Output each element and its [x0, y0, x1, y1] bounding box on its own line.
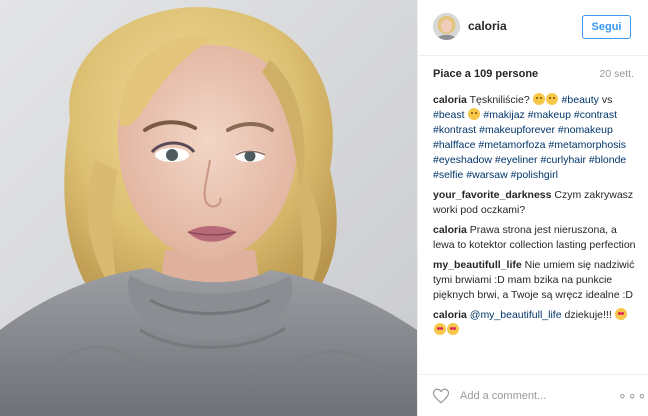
hashtag-link[interactable]: #metamorphosis	[548, 139, 626, 151]
instagram-post: caloria Segui Piace a 109 persone 20 set…	[0, 0, 648, 416]
hashtag-link[interactable]: #nomakeup	[558, 124, 613, 136]
comment-body: Tęskniliście? #beauty vs #beast #makijaz…	[433, 93, 626, 181]
hashtag-link[interactable]: #eyeliner	[495, 154, 538, 166]
hashtag-link[interactable]: #curlyhair	[540, 154, 586, 166]
comment-item: caloria @my_beautifull_life dziekuje!!!	[433, 308, 638, 338]
likes-count[interactable]: Piace a 109 persone	[433, 68, 538, 80]
comment-text: vs	[598, 94, 613, 106]
hashtag-link[interactable]: #makeup	[528, 109, 571, 121]
hashtag-link[interactable]: #polishgirl	[511, 169, 558, 181]
hashtag-link[interactable]: #beauty	[562, 94, 599, 106]
post-photo[interactable]	[0, 0, 417, 416]
mention-link[interactable]: @my_beautifull_life	[470, 309, 562, 321]
heart-eyes-face-icon	[446, 323, 459, 335]
hashtag-link[interactable]: #eyeshadow	[433, 154, 492, 166]
hashtag-link[interactable]: #selfie	[433, 169, 463, 181]
selfie-illustration	[0, 0, 417, 416]
add-comment-input[interactable]	[460, 387, 610, 405]
heart-eyes-face-icon	[615, 308, 628, 320]
post-author-username[interactable]: caloria	[468, 19, 507, 33]
follow-button[interactable]: Segui	[582, 15, 631, 39]
comment-item: my_beautifull_life Nie umiem się nadziwi…	[433, 258, 638, 303]
comment-item: caloria Prawa strona jest nieruszona, a …	[433, 223, 638, 253]
post-header: caloria Segui	[418, 0, 648, 56]
heart-outline-icon[interactable]	[432, 387, 450, 405]
grinning-face-icon	[533, 93, 546, 105]
grinning-face-icon	[546, 93, 559, 105]
hashtag-link[interactable]: #blonde	[589, 154, 626, 166]
hashtag-link[interactable]: #kontrast	[433, 124, 476, 136]
comment-item: your_favorite_darkness Czym zakrywasz wo…	[433, 188, 638, 218]
post-side-panel: caloria Segui Piace a 109 persone 20 set…	[417, 0, 648, 416]
comment-text: dziekuje!!!	[561, 309, 615, 321]
hashtag-link[interactable]: #makijaz	[483, 109, 524, 121]
hashtag-link[interactable]: #warsaw	[466, 169, 507, 181]
post-date[interactable]: 20 sett.	[600, 68, 634, 80]
comment-author[interactable]: caloria	[433, 224, 467, 236]
caption: caloria Tęskniliście? #beauty vs #beast …	[433, 93, 638, 183]
hashtag-link[interactable]: #makeupforever	[479, 124, 555, 136]
comment-author[interactable]: caloria	[433, 94, 467, 106]
comments-list: caloria Tęskniliście? #beauty vs #beast …	[433, 93, 638, 343]
hashtag-link[interactable]: #metamorfoza	[478, 139, 545, 151]
avatar-image	[433, 13, 460, 40]
post-stats: Piace a 109 persone 20 sett.	[433, 68, 634, 84]
grimacing-face-icon	[467, 108, 480, 120]
comment-text: Tęskniliście?	[469, 94, 533, 106]
heart-eyes-face-icon	[433, 323, 446, 335]
hashtag-link[interactable]: #beast	[433, 109, 465, 121]
comment-author[interactable]: my_beautifull_life	[433, 259, 522, 271]
hashtag-link[interactable]: #contrast	[574, 109, 617, 121]
comment-author[interactable]: caloria	[433, 309, 467, 321]
more-options-icon[interactable]: ∘∘∘	[618, 388, 646, 404]
comment-author[interactable]: your_favorite_darkness	[433, 189, 551, 201]
comment-text	[465, 109, 468, 121]
post-footer: ∘∘∘	[418, 374, 648, 416]
hashtag-link[interactable]: #halfface	[433, 139, 475, 151]
profile-avatar-icon[interactable]	[433, 13, 460, 40]
